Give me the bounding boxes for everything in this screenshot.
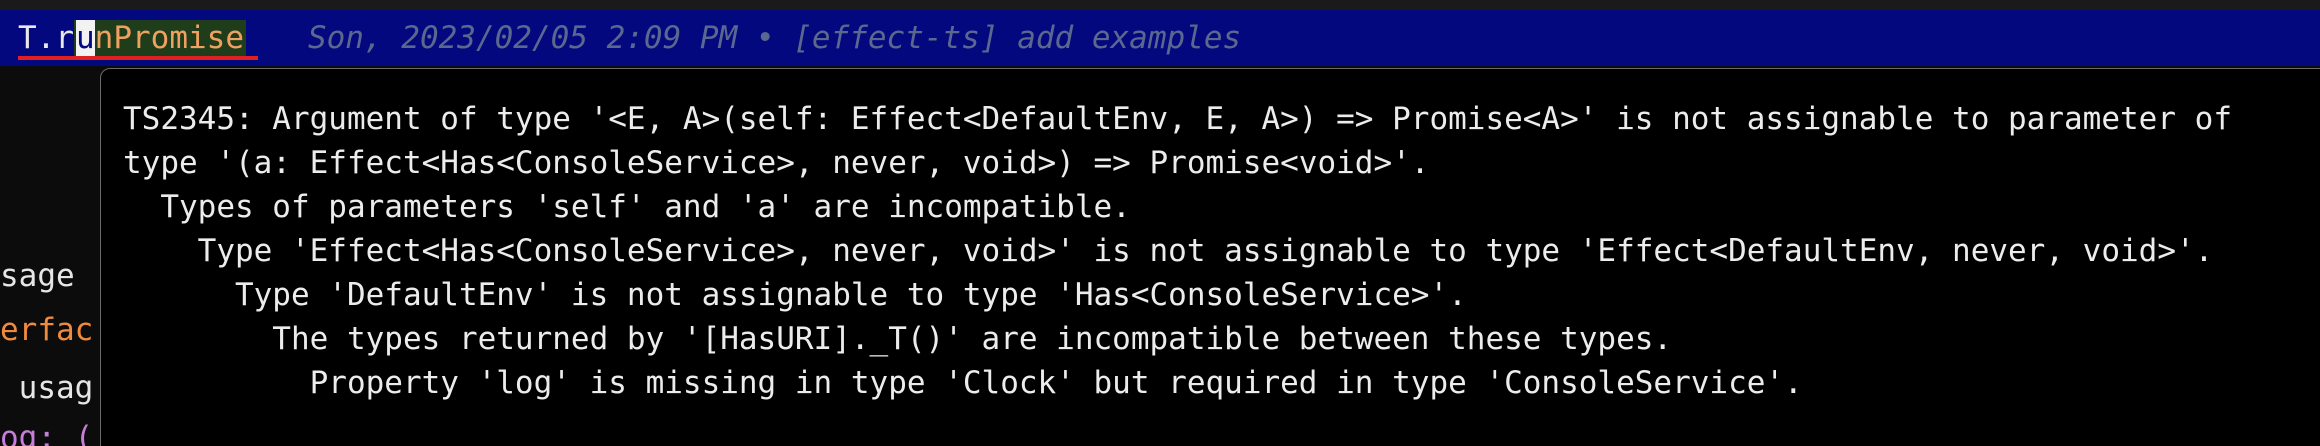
code-identifier[interactable]: T.r unPromise: [0, 10, 258, 66]
diagnostic-line: Type 'DefaultEnv' is not assignable to t…: [123, 277, 1467, 313]
identifier-rest: nPromise: [94, 20, 244, 56]
error-underline: [18, 56, 258, 60]
git-blame-annotation: Son, 2023/02/05 2:09 PM • [effect-ts] ad…: [307, 20, 1242, 56]
diagnostic-line: Type 'Effect<Has<ConsoleService>, never,…: [123, 233, 2214, 269]
code-fragment-1[interactable]: sage: [0, 258, 75, 294]
diagnostic-line: TS2345: Argument of type '<E, A>(self: E…: [123, 101, 2232, 137]
diagnostic-line: Property 'log' is missing in type 'Clock…: [123, 365, 1803, 401]
code-fragment-2[interactable]: erfac: [0, 312, 93, 348]
diagnostic-line: Types of parameters 'self' and 'a' are i…: [123, 189, 1131, 225]
editor-screen: T.r unPromise Son, 2023/02/05 2:09 PM • […: [0, 0, 2320, 446]
diagnostic-line: type '(a: Effect<Has<ConsoleService>, ne…: [123, 145, 1430, 181]
code-fragment-4[interactable]: og: (: [0, 420, 93, 446]
window-top-edge: [0, 0, 2320, 10]
diagnostic-line: The types returned by '[HasURI]._T()' ar…: [123, 321, 1673, 357]
identifier-highlight: unPromise: [74, 20, 246, 56]
current-code-line[interactable]: T.r unPromise Son, 2023/02/05 2:09 PM • […: [0, 10, 2320, 66]
code-fragment-3[interactable]: usag: [0, 370, 94, 406]
identifier-prefix: T.r: [18, 20, 74, 56]
text-cursor[interactable]: u: [76, 20, 95, 56]
diagnostic-hover-popup[interactable]: TS2345: Argument of type '<E, A>(self: E…: [100, 68, 2320, 446]
